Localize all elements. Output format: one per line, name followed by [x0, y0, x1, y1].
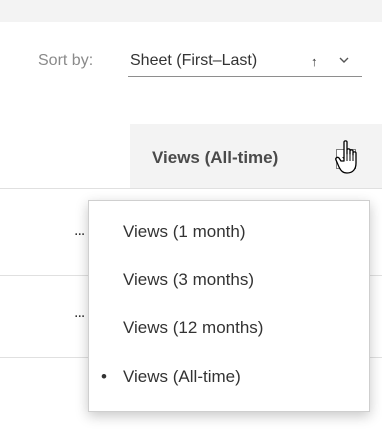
menu-item-views-12-months[interactable]: Views (12 months) [89, 307, 369, 351]
menu-item-label: Views (12 months) [123, 318, 264, 337]
row-ellipsis: ... [74, 222, 85, 239]
sort-value: Sheet (First–Last) [130, 52, 258, 69]
menu-item-views-all-time[interactable]: • Views (All-time) [89, 356, 369, 400]
row-ellipsis: ... [74, 304, 85, 321]
sort-by-label: Sort by: [38, 52, 94, 69]
menu-item-label: Views (1 month) [123, 222, 246, 241]
row-divider [0, 188, 382, 189]
hand-pointer-icon [335, 140, 357, 174]
sort-row: Sort by: Sheet (First–Last) ↑ [0, 48, 382, 77]
chevron-down-icon [339, 57, 349, 63]
top-bar [0, 0, 382, 22]
menu-item-views-3-months[interactable]: Views (3 months) [89, 259, 369, 303]
sort-select[interactable]: Sheet (First–Last) ↑ [128, 48, 362, 77]
selected-bullet-icon: • [101, 367, 107, 386]
menu-item-label: Views (3 months) [123, 270, 255, 289]
menu-item-label: Views (All-time) [123, 367, 241, 386]
column-header-label: Views (All-time) [152, 148, 279, 167]
menu-item-views-1-month[interactable]: Views (1 month) [89, 211, 369, 255]
views-period-menu: Views (1 month) Views (3 months) Views (… [88, 200, 370, 412]
sort-direction-icon: ↑ [311, 54, 318, 69]
